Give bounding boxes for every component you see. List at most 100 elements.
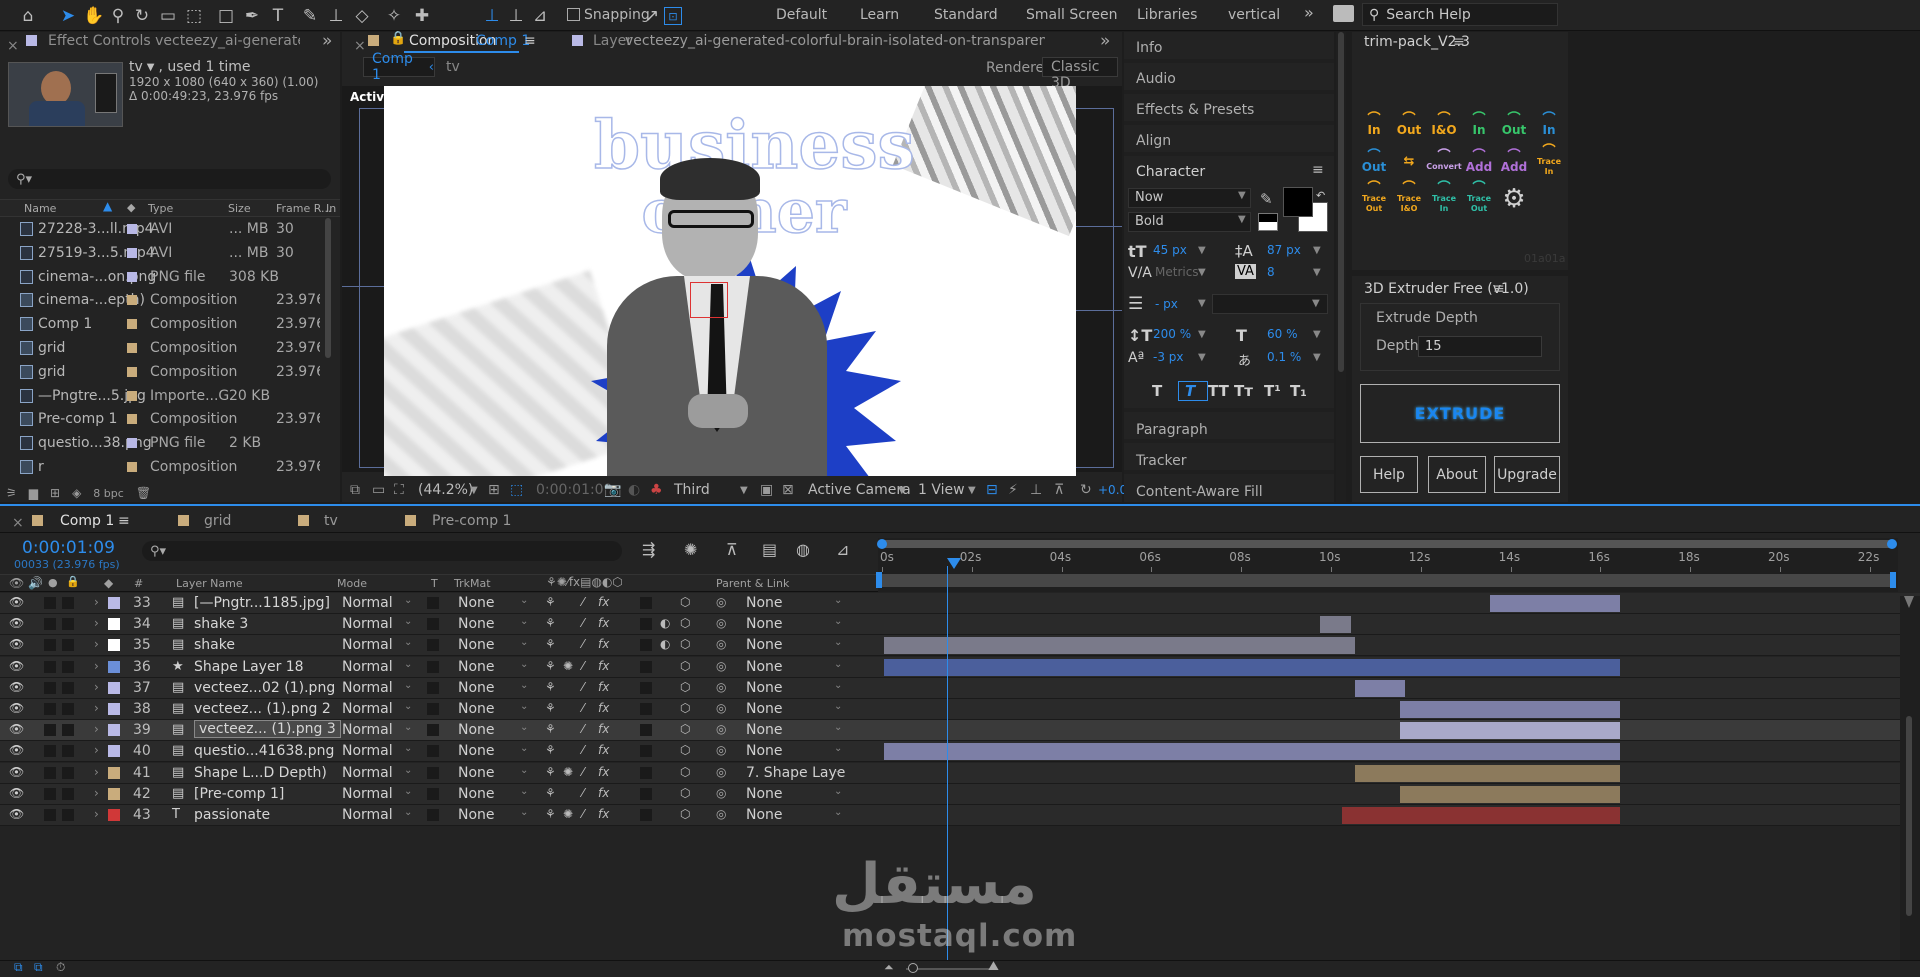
extrude-button[interactable]: EXTRUDE xyxy=(1360,384,1560,443)
preserve-transparency-toggle[interactable] xyxy=(427,766,439,779)
frame-blending-icon[interactable]: ▤ xyxy=(762,540,777,559)
trkmat-select[interactable]: None xyxy=(458,680,495,696)
solo-toggle[interactable] xyxy=(44,809,56,821)
trkmat-dropdown-icon[interactable]: ⌄ xyxy=(520,701,528,712)
mode-dropdown-icon[interactable]: ⌄ xyxy=(404,659,412,670)
solo-header-icon[interactable]: ● xyxy=(48,576,58,589)
solo-toggle[interactable] xyxy=(44,724,56,737)
new-folder-icon[interactable]: ▆ xyxy=(29,486,38,500)
col-in[interactable]: In xyxy=(326,202,336,215)
layer-label-swatch[interactable] xyxy=(108,681,120,694)
trim-pack-button[interactable]: ⌒ Add xyxy=(1463,145,1495,179)
layer-name[interactable]: [—Pngtr...1185.jpg] xyxy=(194,595,330,611)
mode-dropdown-icon[interactable]: ⌄ xyxy=(404,701,412,712)
preserve-transparency-toggle[interactable] xyxy=(427,597,439,609)
right-stack-scrollbar[interactable] xyxy=(1336,32,1346,502)
faux-italic-icon[interactable]: T xyxy=(1178,381,1208,401)
trim-pack-button[interactable]: ⌒ Out xyxy=(1498,108,1530,142)
zoom-tool-icon[interactable]: ⚲ xyxy=(106,4,130,28)
roto-brush-tool-icon[interactable]: ✧ xyxy=(382,4,406,28)
layer-name[interactable]: Shape Layer 18 xyxy=(194,659,304,675)
trkmat-dropdown-icon[interactable]: ⌄ xyxy=(520,743,528,754)
layer-name[interactable]: vecteez... (1).png 2 xyxy=(194,701,331,717)
3d-layer-icon[interactable]: ⬡ xyxy=(680,637,690,651)
transparency-grid-icon[interactable]: ⊠ xyxy=(782,482,794,498)
camera-tool-icon[interactable]: ▭ xyxy=(156,4,180,28)
help-button[interactable]: Help xyxy=(1360,456,1418,493)
paragraph-panel-tab[interactable]: Paragraph xyxy=(1136,422,1208,438)
reset-exposure-icon[interactable]: ↻ xyxy=(1080,482,1092,498)
small-caps-icon[interactable]: Tт xyxy=(1234,382,1264,400)
stroke-type-select[interactable] xyxy=(1212,294,1328,314)
stroke-dropdown-icon[interactable]: ▼ xyxy=(1198,298,1206,309)
expand-chevron-icon[interactable]: › xyxy=(94,659,99,673)
panel-close-icon[interactable]: × xyxy=(7,38,19,54)
preserve-transparency-toggle[interactable] xyxy=(427,639,439,652)
project-item-row[interactable]: r Composition 23.976 xyxy=(0,456,320,476)
motion-blur-switch[interactable] xyxy=(640,618,652,631)
mode-select[interactable]: Normal xyxy=(342,637,393,653)
layer-duration-bar[interactable] xyxy=(1400,722,1621,740)
collapse-switch-icon[interactable]: ✺ xyxy=(563,659,573,673)
info-panel-tab[interactable]: Info xyxy=(1136,40,1163,56)
all-caps-icon[interactable]: TT xyxy=(1208,382,1234,400)
mode-dropdown-icon[interactable]: ⌄ xyxy=(404,743,412,754)
table-row[interactable]: 👁 › 36 ★ Shape Layer 18 Normal ⌄ None ⌄ ⚘ ✺ ⁄ fx ⬡ ◎ No… xyxy=(0,656,1920,678)
expand-chevron-icon[interactable]: › xyxy=(94,595,99,609)
mode-select[interactable]: Normal xyxy=(342,786,393,802)
trkmat-select[interactable]: None xyxy=(458,722,495,738)
quality-switch-icon[interactable]: ⁄ xyxy=(582,786,584,800)
collapse-switch-icon[interactable]: ✺ xyxy=(563,807,573,821)
work-area-end[interactable] xyxy=(1890,572,1896,588)
shy-switch-icon[interactable]: ⚘ xyxy=(545,637,556,651)
project-item-label[interactable] xyxy=(127,295,137,306)
toggle-switches-icon[interactable]: ⧉ xyxy=(14,960,23,975)
3d-layer-icon[interactable]: ⬡ xyxy=(680,616,690,630)
comp-viewer[interactable]: Active Camera business owner xyxy=(342,86,1122,476)
tsume-value[interactable]: 0.1 % xyxy=(1267,350,1301,364)
leading-value[interactable]: 87 px xyxy=(1267,243,1301,257)
pan-behind-tool-icon[interactable]: ⬚ xyxy=(182,4,206,28)
layer-label-swatch[interactable] xyxy=(108,639,120,652)
work-area-start[interactable] xyxy=(876,572,882,588)
default-colors-icon[interactable] xyxy=(1258,213,1278,231)
solo-toggle[interactable] xyxy=(44,766,56,779)
font-size-dropdown-icon[interactable]: ▼ xyxy=(1198,245,1206,256)
3d-layer-icon[interactable]: ⬡ xyxy=(680,807,690,821)
audio-panel-tab[interactable]: Audio xyxy=(1136,71,1176,87)
table-row[interactable]: 👁 › 42 ▤ [Pre-comp 1] Normal ⌄ None ⌄ ⚘ ⁄ fx ⬡ ◎ None ⌄ xyxy=(0,783,1920,805)
shy-switch-icon[interactable]: ⚘ xyxy=(545,786,556,800)
character-panel-tab[interactable]: Character xyxy=(1136,164,1205,180)
layer-label-swatch[interactable] xyxy=(108,745,120,758)
parent-dropdown-icon[interactable]: ⌄ xyxy=(834,680,842,691)
playhead-handle[interactable] xyxy=(947,558,961,569)
effects-switch-icon[interactable]: fx xyxy=(598,701,609,715)
mode-select[interactable]: Normal xyxy=(342,616,393,632)
parent-dropdown-icon[interactable]: ⌄ xyxy=(834,701,842,712)
help-search-box[interactable]: ⚲ Search Help xyxy=(1362,3,1558,26)
world-axis-mode-icon[interactable]: ⊥ xyxy=(504,4,528,28)
project-item-label[interactable] xyxy=(127,414,137,425)
quality-switch-icon[interactable]: ⁄ xyxy=(582,659,584,673)
time-zoom-slider[interactable] xyxy=(906,968,996,970)
parent-dropdown-icon[interactable]: ⌄ xyxy=(834,637,842,648)
effects-switch-icon[interactable]: fx xyxy=(598,595,609,609)
workspace-learn[interactable]: Learn xyxy=(860,7,899,23)
mode-dropdown-icon[interactable]: ⌄ xyxy=(404,616,412,627)
motion-blur-switch[interactable] xyxy=(640,787,652,800)
trim-pack-button[interactable]: ⌒ I&O xyxy=(1428,108,1460,142)
snap-feature-icon[interactable]: ⊡ xyxy=(664,7,682,25)
mode-select[interactable]: Normal xyxy=(342,722,393,738)
3d-layer-icon[interactable]: ⬡ xyxy=(680,595,690,609)
lock-toggle[interactable] xyxy=(62,681,74,694)
font-style-select[interactable]: Bold xyxy=(1128,212,1251,232)
layer-name[interactable]: vecteez...02 (1).png xyxy=(194,680,335,696)
layer-label-swatch[interactable] xyxy=(108,597,120,609)
preserve-transparency-toggle[interactable] xyxy=(427,787,439,800)
breadcrumb-comp1[interactable]: Comp 1 ‹ xyxy=(363,51,435,83)
pick-whip-icon[interactable]: ◎ xyxy=(716,722,726,736)
pick-whip-icon[interactable]: ◎ xyxy=(716,595,726,609)
quality-switch-icon[interactable]: ⁄ xyxy=(582,616,584,630)
resolution-select[interactable]: Third xyxy=(674,482,710,498)
trkmat-select[interactable]: None xyxy=(458,786,495,802)
